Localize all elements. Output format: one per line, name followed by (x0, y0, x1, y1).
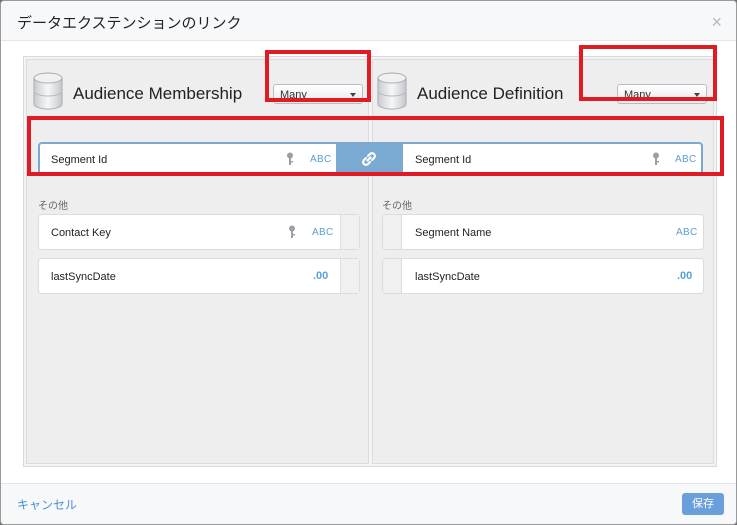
drag-handle[interactable] (340, 259, 359, 293)
field-name: lastSyncDate (415, 271, 480, 283)
right-field-row-segment-name[interactable]: Segment Name ABC (382, 214, 704, 250)
link-editor: Audience Membership Many その他 Contact Key… (23, 56, 717, 467)
left-data-extension-panel: Audience Membership Many その他 Contact Key… (26, 59, 369, 464)
decimal-type-icon: .00 (313, 270, 329, 282)
right-linked-field[interactable]: Segment Id ABC (403, 144, 701, 174)
chain-link-icon (362, 152, 376, 166)
right-cardinality-value: Many (624, 89, 651, 101)
dialog-title: データエクステンションのリンク (17, 15, 242, 32)
database-icon (33, 72, 63, 110)
decimal-type-icon: .00 (677, 270, 693, 282)
left-other-label: その他 (38, 201, 68, 212)
left-field-row-contact-key[interactable]: Contact Key ABC (38, 214, 360, 250)
left-linked-field[interactable]: Segment Id ABC (40, 144, 336, 174)
field-name: Segment Id (415, 154, 472, 166)
dialog-header: データエクステンションのリンク × (1, 1, 736, 41)
field-name: Contact Key (51, 227, 111, 239)
left-panel-title: Audience Membership (73, 84, 243, 103)
right-field-row-lastsyncdate[interactable]: lastSyncDate .00 (382, 258, 704, 294)
dialog-footer: キャンセル 保存 (1, 483, 736, 524)
link-data-extensions-dialog: データエクステンションのリンク × Audience Membership Ma… (0, 0, 737, 525)
cancel-link[interactable]: キャンセル (17, 496, 77, 513)
right-other-label: その他 (382, 201, 412, 212)
right-data-extension-panel: Audience Definition Many その他 Segment Nam… (372, 59, 714, 464)
field-name: Segment Id (51, 154, 108, 166)
link-connector[interactable] (336, 144, 403, 174)
left-field-row-lastsyncdate[interactable]: lastSyncDate .00 (38, 258, 360, 294)
database-icon (377, 72, 407, 110)
save-button[interactable]: 保存 (682, 493, 724, 515)
field-name: lastSyncDate (51, 271, 116, 283)
close-icon[interactable]: × (711, 13, 722, 31)
dialog-body: Audience Membership Many その他 Contact Key… (1, 41, 736, 483)
text-type-icon: ABC (310, 154, 332, 165)
key-icon (287, 152, 293, 165)
key-icon (289, 225, 295, 238)
field-link-row[interactable]: Segment Id ABC Segment Id ABC (38, 142, 703, 176)
right-panel-title: Audience Definition (417, 84, 564, 103)
key-icon (653, 152, 659, 165)
drag-handle[interactable] (383, 215, 402, 249)
text-type-icon: ABC (676, 227, 698, 238)
chevron-down-icon (694, 93, 700, 97)
drag-handle[interactable] (340, 215, 359, 249)
chevron-down-icon (350, 93, 356, 97)
field-name: Segment Name (415, 227, 492, 239)
text-type-icon: ABC (312, 227, 334, 238)
left-cardinality-value: Many (280, 89, 307, 101)
left-cardinality-select[interactable]: Many (273, 84, 363, 104)
drag-handle[interactable] (383, 259, 402, 293)
text-type-icon: ABC (675, 154, 697, 165)
right-cardinality-select[interactable]: Many (617, 84, 707, 104)
